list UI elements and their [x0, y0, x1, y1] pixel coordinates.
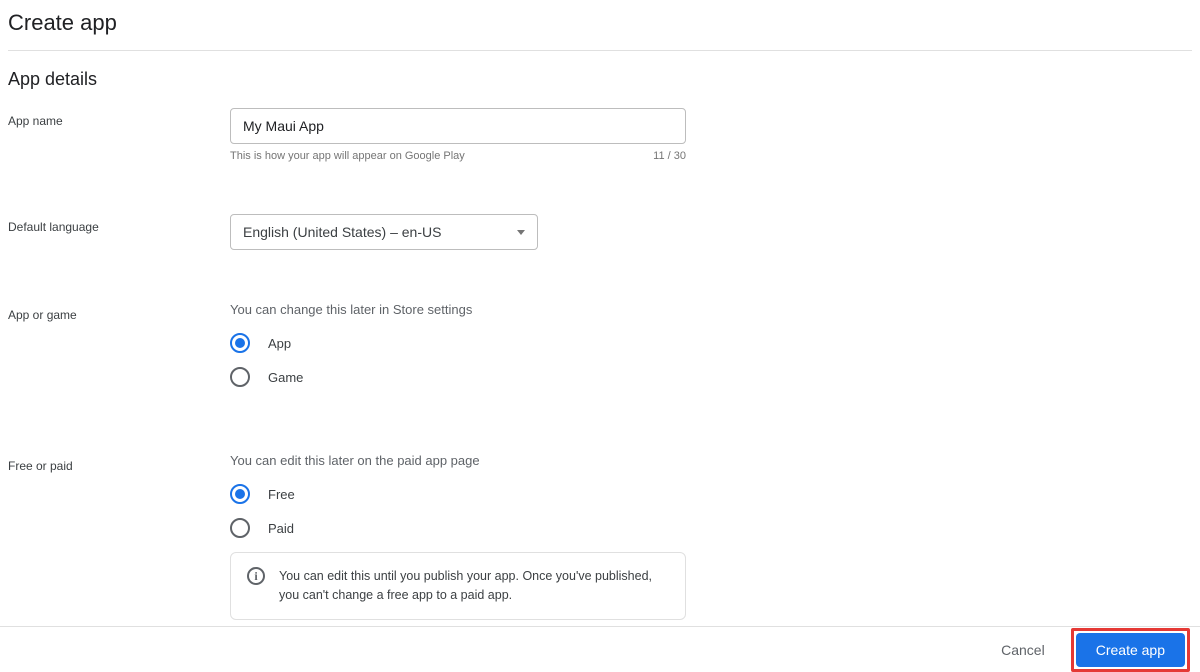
radio-game-icon — [230, 367, 250, 387]
page-title: Create app — [8, 0, 1192, 50]
cancel-button[interactable]: Cancel — [989, 634, 1057, 666]
counter-app-name: 11 / 30 — [653, 150, 686, 162]
field-app-or-game: App or game You can change this later in… — [8, 302, 1192, 401]
select-default-language[interactable]: English (United States) – en-US — [230, 214, 538, 250]
caret-down-icon — [517, 230, 525, 235]
highlight-create-app: Create app — [1071, 628, 1190, 672]
label-app-or-game: App or game — [8, 302, 230, 322]
radio-app-icon — [230, 333, 250, 353]
radio-paid-icon — [230, 518, 250, 538]
label-default-language: Default language — [8, 214, 230, 234]
footer-bar: Cancel Create app — [0, 626, 1200, 672]
radio-option-game[interactable]: Game — [230, 367, 686, 387]
radio-option-paid[interactable]: Paid — [230, 518, 686, 538]
create-app-button[interactable]: Create app — [1076, 633, 1185, 667]
radio-app-label: App — [268, 336, 291, 351]
info-free-paid: i You can edit this until you publish yo… — [230, 552, 686, 620]
field-free-or-paid: Free or paid You can edit this later on … — [8, 453, 1192, 620]
info-free-paid-text: You can edit this until you publish your… — [279, 567, 669, 605]
label-free-or-paid: Free or paid — [8, 453, 230, 473]
radio-paid-label: Paid — [268, 521, 294, 536]
divider — [8, 50, 1192, 51]
label-app-name: App name — [8, 108, 230, 128]
radio-option-app[interactable]: App — [230, 333, 686, 353]
field-default-language: Default language English (United States)… — [8, 214, 1192, 250]
form-scroll-area[interactable]: Create app App details App name This is … — [0, 0, 1200, 625]
hint-app-or-game: You can change this later in Store setti… — [230, 302, 686, 317]
input-app-name[interactable] — [230, 108, 686, 144]
select-default-language-value: English (United States) – en-US — [243, 224, 441, 240]
radio-game-label: Game — [268, 370, 303, 385]
hint-app-name: This is how your app will appear on Goog… — [230, 150, 465, 162]
radio-free-label: Free — [268, 487, 295, 502]
field-app-name: App name This is how your app will appea… — [8, 108, 1192, 162]
radio-free-icon — [230, 484, 250, 504]
radio-option-free[interactable]: Free — [230, 484, 686, 504]
section-app-details-heading: App details — [8, 69, 1192, 90]
info-icon: i — [247, 567, 265, 585]
hint-free-or-paid: You can edit this later on the paid app … — [230, 453, 686, 468]
